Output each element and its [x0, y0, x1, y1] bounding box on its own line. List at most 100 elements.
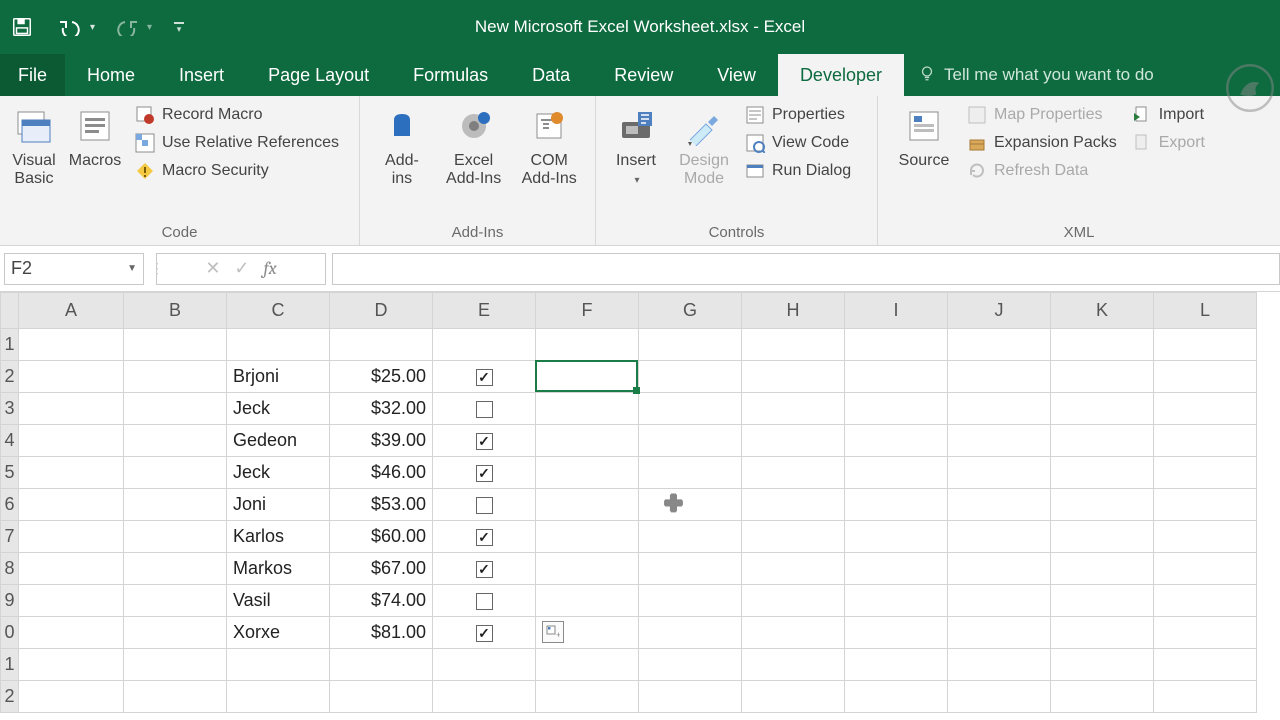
cell[interactable]	[639, 329, 742, 361]
cell[interactable]	[1154, 457, 1257, 489]
cell[interactable]: ✓	[433, 425, 536, 457]
cell[interactable]	[742, 585, 845, 617]
cell[interactable]	[19, 521, 124, 553]
checkbox-control[interactable]	[476, 401, 493, 418]
row-header[interactable]: 1	[1, 649, 19, 681]
cell[interactable]	[1051, 489, 1154, 521]
cell[interactable]	[948, 329, 1051, 361]
run-dialog-button[interactable]: Run Dialog	[744, 160, 851, 182]
cell[interactable]	[845, 617, 948, 649]
macro-security-button[interactable]: Macro Security	[134, 160, 339, 182]
cell[interactable]	[1154, 649, 1257, 681]
macros-button[interactable]: Macros	[60, 102, 130, 170]
view-code-button[interactable]: View Code	[744, 132, 851, 154]
cell[interactable]	[19, 425, 124, 457]
cell[interactable]	[124, 585, 227, 617]
cell[interactable]	[639, 617, 742, 649]
cell[interactable]	[124, 425, 227, 457]
cell[interactable]	[19, 361, 124, 393]
cell[interactable]: ✓	[433, 361, 536, 393]
cell[interactable]	[433, 329, 536, 361]
cell[interactable]	[433, 681, 536, 713]
record-macro-button[interactable]: Record Macro	[134, 104, 339, 126]
cell[interactable]: Jeck	[227, 393, 330, 425]
cell[interactable]	[536, 393, 639, 425]
cell[interactable]	[536, 649, 639, 681]
cell[interactable]	[845, 521, 948, 553]
tell-me-search[interactable]: Tell me what you want to do	[904, 54, 1154, 96]
addins-button[interactable]: Add- ins	[368, 102, 436, 189]
cell[interactable]	[845, 649, 948, 681]
cell[interactable]: Xorxe	[227, 617, 330, 649]
spreadsheet-grid[interactable]: ABCDEFGHIJKL 12Brjoni$25.00✓3Jeck$32.004…	[0, 292, 1280, 713]
row-header[interactable]: 1	[1, 329, 19, 361]
cell[interactable]	[19, 393, 124, 425]
column-header-F[interactable]: F	[536, 293, 639, 329]
cell[interactable]: $39.00	[330, 425, 433, 457]
cell[interactable]	[639, 681, 742, 713]
cell[interactable]	[536, 361, 639, 393]
cell[interactable]	[1154, 489, 1257, 521]
tab-insert[interactable]: Insert	[157, 54, 246, 96]
cell[interactable]	[1154, 425, 1257, 457]
checkbox-control[interactable]: ✓	[476, 625, 493, 642]
cell[interactable]	[742, 361, 845, 393]
cell[interactable]	[227, 649, 330, 681]
cell[interactable]: Brjoni	[227, 361, 330, 393]
tab-formulas[interactable]: Formulas	[391, 54, 510, 96]
cancel-formula-icon[interactable]: ✕	[205, 258, 220, 279]
cell[interactable]	[1051, 457, 1154, 489]
cell[interactable]: Markos	[227, 553, 330, 585]
cell[interactable]	[639, 361, 742, 393]
formula-input[interactable]	[332, 253, 1280, 285]
cell[interactable]	[1154, 361, 1257, 393]
cell[interactable]: $32.00	[330, 393, 433, 425]
cell[interactable]	[742, 393, 845, 425]
export-button[interactable]: Export	[1131, 132, 1205, 154]
cell[interactable]	[1051, 681, 1154, 713]
tab-page-layout[interactable]: Page Layout	[246, 54, 391, 96]
expansion-packs-button[interactable]: Expansion Packs	[966, 132, 1117, 154]
cell[interactable]: Jeck	[227, 457, 330, 489]
cell[interactable]	[948, 649, 1051, 681]
tab-data[interactable]: Data	[510, 54, 592, 96]
use-relative-references-button[interactable]: Use Relative References	[134, 132, 339, 154]
row-header[interactable]: 9	[1, 585, 19, 617]
checkbox-control[interactable]: ✓	[476, 433, 493, 450]
cell[interactable]	[639, 521, 742, 553]
name-box-dropdown-icon[interactable]: ▼	[127, 263, 137, 274]
cell[interactable]	[536, 681, 639, 713]
cell[interactable]	[1051, 361, 1154, 393]
cell[interactable]	[742, 425, 845, 457]
column-header-C[interactable]: C	[227, 293, 330, 329]
cell[interactable]	[227, 329, 330, 361]
column-header-G[interactable]: G	[639, 293, 742, 329]
undo-dropdown-icon[interactable]: ▾	[90, 22, 95, 33]
cell[interactable]	[845, 489, 948, 521]
cell[interactable]	[330, 681, 433, 713]
row-header[interactable]: 6	[1, 489, 19, 521]
row-header[interactable]: 3	[1, 393, 19, 425]
row-header[interactable]: 7	[1, 521, 19, 553]
cell[interactable]	[948, 361, 1051, 393]
column-header-B[interactable]: B	[124, 293, 227, 329]
cell[interactable]: $81.00	[330, 617, 433, 649]
tab-review[interactable]: Review	[592, 54, 695, 96]
cell[interactable]: Vasil	[227, 585, 330, 617]
column-header-I[interactable]: I	[845, 293, 948, 329]
cell[interactable]	[536, 585, 639, 617]
cell[interactable]	[1154, 681, 1257, 713]
cell[interactable]: ✓	[433, 553, 536, 585]
cell[interactable]	[124, 681, 227, 713]
enter-formula-icon[interactable]: ✓	[234, 258, 249, 279]
redo-button[interactable]	[113, 13, 141, 41]
cell[interactable]	[1051, 425, 1154, 457]
cell[interactable]	[433, 649, 536, 681]
cell[interactable]	[948, 681, 1051, 713]
checkbox-control[interactable]: ✓	[476, 529, 493, 546]
cell[interactable]: $60.00	[330, 521, 433, 553]
design-mode-button[interactable]: Design Mode	[668, 102, 740, 189]
cell[interactable]	[19, 329, 124, 361]
cell[interactable]	[742, 489, 845, 521]
cell[interactable]	[845, 425, 948, 457]
